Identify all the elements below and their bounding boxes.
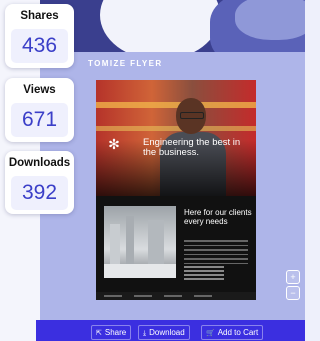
flyer-subheadline: Here for our clients every needs — [184, 208, 252, 226]
flyer-headline: Engineering the best in the business. — [143, 137, 241, 158]
stat-value: 671 — [11, 103, 68, 137]
panel-title: TOMIZE FLYER — [88, 59, 163, 68]
stat-label: Downloads — [8, 157, 71, 169]
customize-flyer-panel: TOMIZE FLYER ✻ Engineering the best in t… — [40, 52, 305, 341]
download-button[interactable]: ⤓ Download — [138, 325, 190, 340]
share-button[interactable]: ⇱ Share — [91, 325, 132, 340]
header-banner-image — [40, 0, 305, 52]
app-stage: TOMIZE FLYER ✻ Engineering the best in t… — [0, 0, 305, 341]
action-bar: ⇱ Share ⤓ Download 🛒 Add to Cart — [36, 320, 305, 341]
stat-value: 392 — [11, 176, 68, 210]
views-stat-card: Views 671 — [5, 78, 74, 142]
shares-stat-card: Shares 436 — [5, 4, 74, 68]
share-icon: ⇱ — [96, 330, 102, 337]
zoom-out-icon[interactable]: − — [286, 286, 300, 300]
downloads-stat-card: Downloads 392 — [5, 151, 74, 214]
cart-icon: 🛒 — [206, 330, 215, 337]
flyer-contact-text — [184, 266, 224, 282]
stat-label: Shares — [20, 10, 59, 22]
zoom-in-icon[interactable]: + — [286, 270, 300, 284]
flyer-preview[interactable]: ✻ Engineering the best in the business. … — [96, 80, 256, 300]
flyer-hero-photo: ✻ Engineering the best in the business. — [96, 80, 256, 196]
cart-label: Add to Cart — [217, 328, 259, 337]
flyer-footer — [96, 292, 256, 300]
snowflake-icon: ✻ — [108, 136, 120, 152]
stat-label: Views — [23, 84, 56, 96]
stat-value: 436 — [11, 29, 68, 63]
flyer-body-text — [184, 240, 248, 267]
share-label: Share — [104, 328, 127, 337]
warehouse-photo — [104, 206, 176, 278]
flyer-body: Here for our clients every needs — [96, 196, 256, 292]
add-to-cart-button[interactable]: 🛒 Add to Cart — [201, 325, 264, 340]
download-icon: ⤓ — [143, 330, 147, 337]
download-label: Download — [149, 328, 185, 337]
